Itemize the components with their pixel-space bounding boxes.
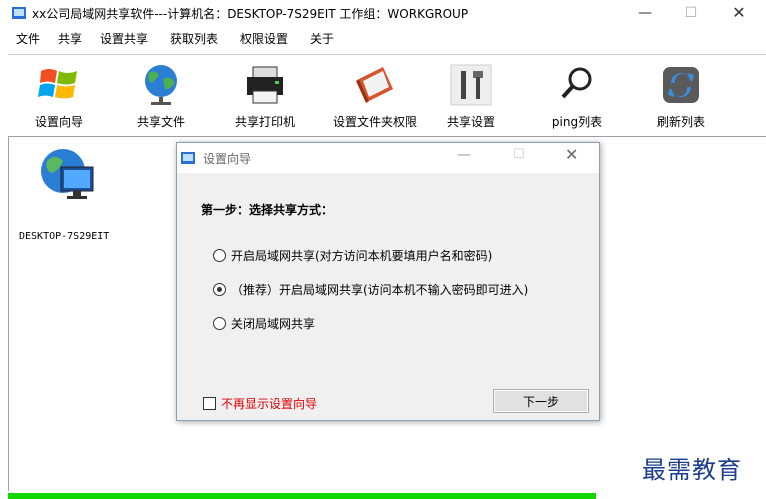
dialog-maximize-button[interactable]: ☐ (513, 147, 525, 162)
toolbar-label: ping列表 (551, 115, 603, 129)
toolbar-ping-list-button[interactable]: ping列表 (532, 59, 622, 131)
menu-file[interactable]: 文件 (16, 30, 40, 47)
radio-label: 开启局域网共享(对方访问本机要填用户名和密码) (231, 249, 493, 263)
app-icon (12, 7, 26, 19)
toolbar-label: 共享设置 (446, 115, 495, 129)
dialog-minimize-button[interactable]: — (457, 147, 471, 163)
network-computer-icon (41, 149, 94, 199)
radio-label: （推荐）开启局域网共享(访问本机不输入密码即可进入) (231, 283, 529, 297)
step-heading: 第一步：选择共享方式： (201, 203, 334, 217)
dialog-title: 设置向导 (203, 152, 252, 166)
menu-set-share[interactable]: 设置共享 (100, 30, 148, 47)
dialog-title-bar: 设置向导 — ☐ ✕ (177, 143, 599, 173)
progress-bar (8, 493, 596, 499)
toolbar: 设置向导 共享文件 共享打印机 设置文件夹权限 共享设置 ping列表 刷新列表 (8, 54, 766, 135)
printer-icon (247, 66, 283, 104)
folder-edit-icon (356, 67, 393, 103)
magnifier-icon (561, 67, 592, 99)
menu-bar: 文件 共享 设置共享 获取列表 权限设置 关于 (0, 28, 766, 48)
tools-icon (450, 64, 492, 106)
menu-permissions[interactable]: 权限设置 (240, 30, 288, 47)
dont-show-checkbox[interactable] (203, 397, 216, 410)
window-title: xx公司局域网共享软件---计算机名：DESKTOP-7S29EIT 工作组：W… (32, 7, 469, 21)
toolbar-label: 设置文件夹权限 (332, 115, 417, 129)
watermark-text: 最需教育 (642, 456, 742, 484)
toolbar-label: 设置向导 (34, 115, 83, 129)
menu-about[interactable]: 关于 (310, 30, 334, 47)
toolbar-folder-permissions-button[interactable]: 设置文件夹权限 (320, 59, 430, 131)
setup-wizard-dialog: 设置向导 — ☐ ✕ 第一步：选择共享方式： 开启局域网共享(对方访问本机要填用… (176, 142, 600, 421)
toolbar-share-files-button[interactable]: 共享文件 (116, 59, 206, 131)
radio-label: 关闭局域网共享 (231, 317, 316, 331)
globe-icon (145, 65, 177, 105)
toolbar-label: 共享文件 (136, 115, 185, 129)
menu-share[interactable]: 共享 (58, 30, 82, 47)
refresh-icon (663, 67, 699, 103)
radio-button[interactable] (213, 317, 226, 330)
close-button[interactable]: ✕ (716, 0, 762, 26)
computer-name: DESKTOP-7S29EIT (19, 231, 110, 242)
dialog-close-button[interactable]: ✕ (565, 145, 578, 164)
minimize-button[interactable]: — (622, 0, 668, 26)
toolbar-share-settings-button[interactable]: 共享设置 (426, 59, 516, 131)
toolbar-label: 刷新列表 (656, 115, 705, 129)
maximize-button[interactable]: ☐ (668, 0, 714, 26)
toolbar-share-printer-button[interactable]: 共享打印机 (220, 59, 310, 131)
dont-show-label[interactable]: 不再显示设置向导 (221, 395, 317, 412)
title-bar: xx公司局域网共享软件---计算机名：DESKTOP-7S29EIT 工作组：W… (0, 0, 766, 26)
app-icon (181, 152, 195, 164)
radio-button[interactable] (213, 283, 226, 296)
menu-get-list[interactable]: 获取列表 (170, 30, 218, 47)
windows-logo-icon (38, 69, 77, 99)
computer-item[interactable]: DESKTOP-7S29EIT (19, 147, 131, 242)
toolbar-refresh-list-button[interactable]: 刷新列表 (636, 59, 726, 131)
toolbar-setup-wizard-button[interactable]: 设置向导 (14, 59, 104, 131)
next-button[interactable]: 下一步 (493, 389, 589, 413)
toolbar-label: 共享打印机 (234, 115, 295, 129)
radio-button[interactable] (213, 249, 226, 262)
